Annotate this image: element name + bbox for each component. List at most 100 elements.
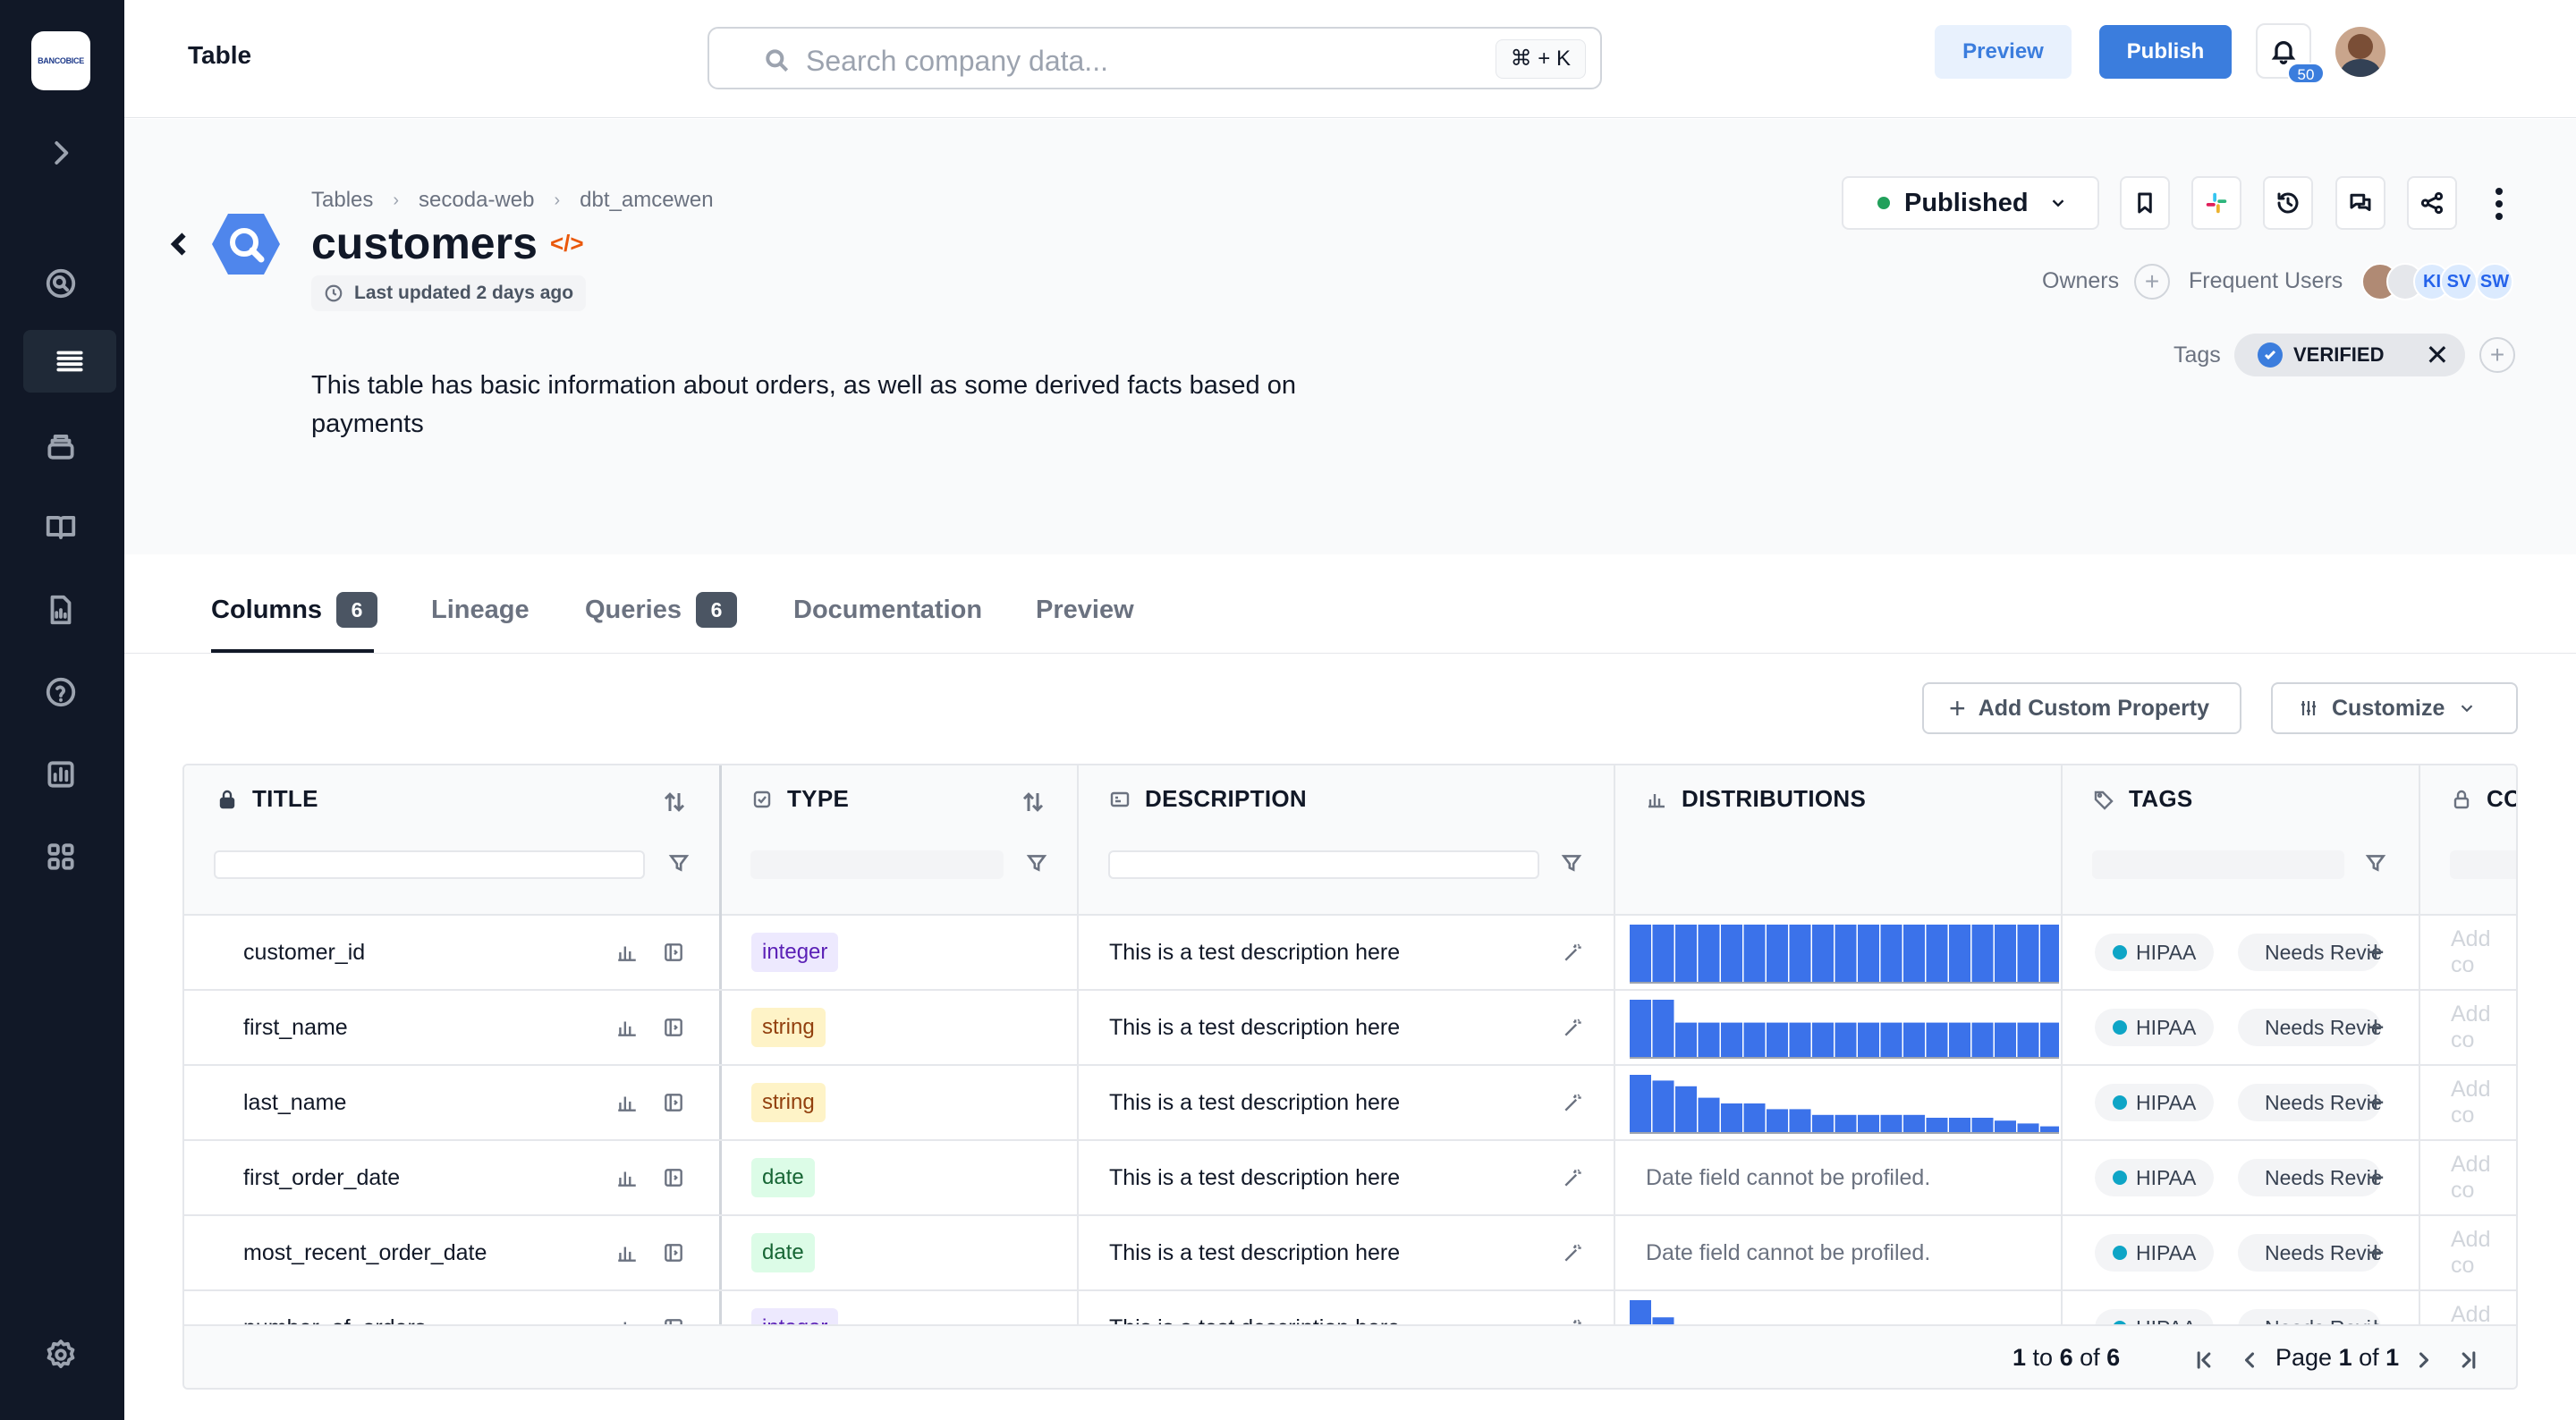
share-button[interactable] — [2407, 176, 2457, 230]
database-nav-icon[interactable] — [23, 415, 98, 478]
filter-icon[interactable] — [1560, 851, 1583, 875]
sort-icon[interactable] — [661, 789, 688, 816]
column-description[interactable]: This is a test description here — [1109, 991, 1400, 1064]
report-nav-icon[interactable] — [23, 579, 98, 641]
hipaa-tag[interactable]: HIPAA — [2095, 1084, 2215, 1121]
tab-lineage[interactable]: Lineage — [431, 587, 530, 632]
bookmark-button[interactable] — [2120, 176, 2170, 230]
needs-review-tag[interactable]: Needs Review — [2238, 1084, 2381, 1121]
breadcrumb-tables[interactable]: Tables — [311, 188, 373, 213]
filter-icon[interactable] — [1025, 851, 1048, 875]
help-nav-icon[interactable] — [23, 661, 98, 723]
profile-chart-icon[interactable] — [615, 1091, 639, 1114]
tab-documentation[interactable]: Documentation — [793, 587, 982, 632]
column-header-distributions[interactable]: DISTRIBUTIONS — [1646, 785, 1866, 813]
open-panel-icon[interactable] — [662, 1016, 685, 1039]
discussion-button[interactable] — [2335, 176, 2385, 230]
type-filter-input[interactable] — [750, 850, 1004, 879]
more-options-icon[interactable] — [2486, 184, 2512, 224]
slack-button[interactable] — [2191, 176, 2241, 230]
add-tag-plus-icon[interactable]: + — [2367, 1141, 2385, 1214]
code-icon[interactable]: </> — [550, 230, 584, 258]
open-panel-icon[interactable] — [662, 941, 685, 964]
verified-tag[interactable]: VERIFIED ✕ — [2234, 334, 2465, 376]
last-page-icon[interactable] — [2456, 1348, 2481, 1373]
previous-page-icon[interactable] — [2237, 1348, 2262, 1373]
settings-gear-icon[interactable] — [23, 1323, 98, 1386]
needs-review-tag[interactable]: Needs Review — [2238, 1159, 2381, 1196]
ai-wand-icon[interactable] — [1562, 1091, 1585, 1114]
type-badge[interactable]: string — [751, 1008, 826, 1047]
column-header-type[interactable]: TYPE — [751, 785, 849, 813]
analytics-nav-icon[interactable] — [23, 743, 98, 806]
column-title[interactable]: first_name — [243, 991, 348, 1064]
profile-chart-icon[interactable] — [615, 1016, 639, 1039]
column-title[interactable]: first_order_date — [243, 1141, 400, 1214]
add-tag-button[interactable]: + — [2479, 337, 2515, 373]
preview-button[interactable]: Preview — [1935, 25, 2072, 79]
remove-tag-close-icon[interactable]: ✕ — [2425, 338, 2449, 372]
add-tag-plus-icon[interactable]: + — [2367, 1066, 2385, 1139]
table-row[interactable]: customer_id integer This is a test descrip… — [184, 916, 2516, 991]
frequent-user-avatar[interactable]: SW — [2476, 263, 2513, 300]
table-row[interactable]: first_name string This is a test descripti… — [184, 991, 2516, 1066]
title-filter-input[interactable] — [214, 850, 645, 879]
column-description[interactable]: This is a test description here — [1109, 916, 1400, 989]
ai-wand-icon[interactable] — [1562, 1166, 1585, 1189]
add-tag-plus-icon[interactable]: + — [2367, 1216, 2385, 1289]
tags-filter-input[interactable] — [2092, 850, 2344, 879]
needs-review-tag[interactable]: Needs Review — [2238, 1009, 2381, 1046]
tab-columns[interactable]: Columns 6 — [211, 587, 378, 632]
add-owner-button[interactable]: + — [2134, 264, 2170, 300]
column-title[interactable]: customer_id — [243, 916, 365, 989]
hipaa-tag[interactable]: HIPAA — [2095, 1234, 2215, 1272]
co-filter-input[interactable] — [2450, 850, 2516, 879]
column-description[interactable]: This is a test description here — [1109, 1216, 1400, 1289]
apps-grid-icon[interactable] — [23, 825, 98, 888]
user-avatar[interactable] — [2335, 27, 2385, 77]
customize-button[interactable]: Customize — [2271, 682, 2518, 734]
ai-wand-icon[interactable] — [1562, 1016, 1585, 1039]
hipaa-tag[interactable]: HIPAA — [2095, 934, 2215, 971]
needs-review-tag[interactable]: Needs Review — [2238, 1234, 2381, 1272]
tab-queries[interactable]: Queries 6 — [585, 587, 737, 632]
co-placeholder[interactable]: Add co — [2451, 1216, 2516, 1289]
co-placeholder[interactable]: Add co — [2451, 1141, 2516, 1214]
resource-description[interactable]: This table has basic information about o… — [311, 367, 1385, 444]
status-dropdown[interactable]: Published — [1842, 176, 2099, 230]
column-title[interactable]: last_name — [243, 1066, 346, 1139]
column-header-title[interactable]: TITLE — [216, 785, 318, 813]
next-page-icon[interactable] — [2411, 1348, 2436, 1373]
filter-icon[interactable] — [2364, 851, 2387, 875]
sort-icon[interactable] — [1020, 789, 1046, 816]
tables-nav-icon[interactable] — [23, 330, 116, 393]
column-description[interactable]: This is a test description here — [1109, 1066, 1400, 1139]
co-placeholder[interactable]: Add co — [2451, 1066, 2516, 1139]
profile-chart-icon[interactable] — [615, 1166, 639, 1189]
add-tag-plus-icon[interactable]: + — [2367, 991, 2385, 1064]
tab-preview[interactable]: Preview — [1036, 587, 1134, 632]
filter-icon[interactable] — [667, 851, 691, 875]
history-button[interactable] — [2263, 176, 2313, 230]
distribution-histogram[interactable] — [1617, 998, 2059, 1059]
back-button[interactable] — [164, 228, 196, 260]
type-badge[interactable]: integer — [751, 933, 839, 972]
co-placeholder[interactable]: Add co — [2451, 916, 2516, 989]
column-description[interactable]: This is a test description here — [1109, 1141, 1400, 1214]
search-input[interactable]: Search company data... ⌘ + K — [708, 27, 1602, 89]
table-row[interactable]: first_order_date date This is a test descr… — [184, 1141, 2516, 1216]
table-row[interactable]: last_name string This is a test descriptio… — [184, 1066, 2516, 1141]
open-panel-icon[interactable] — [662, 1166, 685, 1189]
column-header-tags[interactable]: TAGS — [2093, 785, 2193, 813]
breadcrumb-database[interactable]: secoda-web — [419, 188, 534, 213]
column-header-co[interactable]: CO — [2451, 785, 2516, 813]
column-header-description[interactable]: DESCRIPTION — [1109, 785, 1307, 813]
type-badge[interactable]: string — [751, 1083, 826, 1122]
column-title[interactable]: most_recent_order_date — [243, 1216, 487, 1289]
publish-button[interactable]: Publish — [2099, 25, 2232, 79]
book-nav-icon[interactable] — [23, 496, 98, 559]
first-page-icon[interactable] — [2191, 1348, 2216, 1373]
frequent-user-avatar[interactable]: SV — [2440, 263, 2478, 300]
ai-wand-icon[interactable] — [1562, 941, 1585, 964]
expand-sidebar-icon[interactable] — [23, 122, 98, 184]
